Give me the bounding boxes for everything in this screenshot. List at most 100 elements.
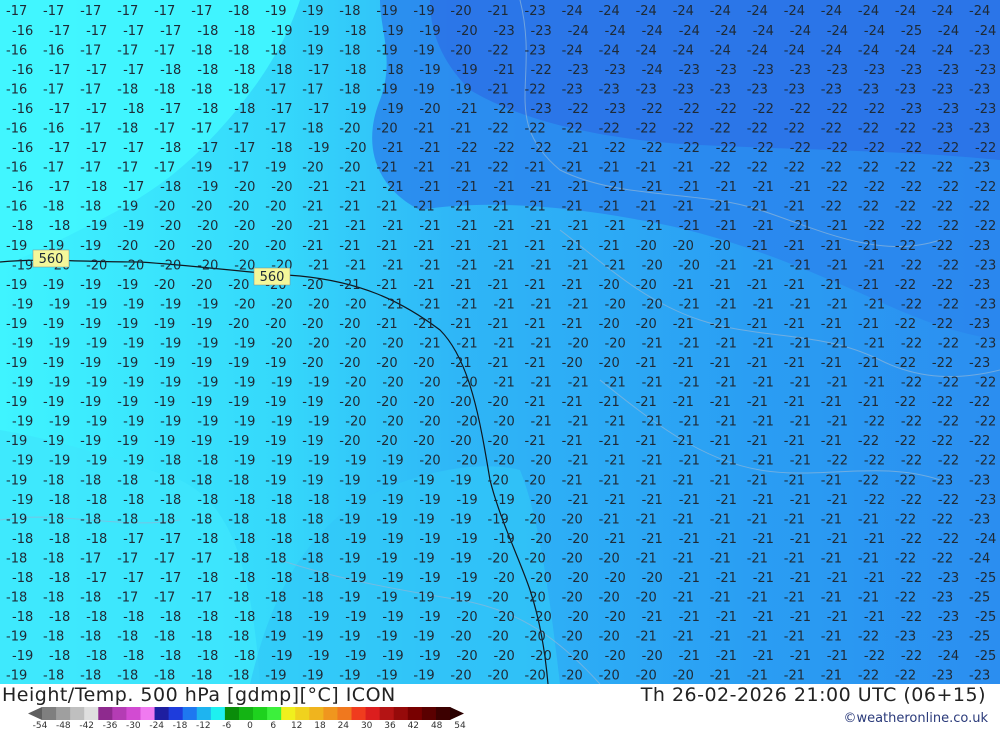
temperature-value: -18 bbox=[234, 610, 255, 625]
temperature-value: -20 bbox=[494, 415, 515, 430]
temperature-value: -19 bbox=[160, 376, 181, 391]
temperature-value: -21 bbox=[784, 669, 805, 684]
site-credit[interactable]: ©weatheronline.co.uk bbox=[843, 711, 988, 726]
temperature-value: -18 bbox=[271, 63, 292, 78]
temperature-value: -21 bbox=[456, 102, 477, 117]
temperature-value: -21 bbox=[753, 454, 774, 469]
temperature-value: -23 bbox=[932, 122, 953, 137]
temperature-value: -19 bbox=[265, 434, 286, 449]
temperature-value: -21 bbox=[784, 591, 805, 606]
temperature-value: -20 bbox=[308, 337, 329, 352]
legend-tick-label: 30 bbox=[360, 721, 373, 731]
temperature-value: -21 bbox=[456, 297, 477, 312]
temperature-value: -22 bbox=[895, 434, 916, 449]
temperature-value: -22 bbox=[932, 239, 953, 254]
temperature-value: -21 bbox=[858, 395, 879, 410]
temperature-value: -18 bbox=[197, 63, 218, 78]
temperature-value: -21 bbox=[525, 239, 546, 254]
temperature-value: -19 bbox=[265, 4, 286, 19]
temperature-value: -21 bbox=[376, 278, 397, 293]
temperature-value: -18 bbox=[154, 82, 175, 97]
legend-swatch bbox=[421, 707, 437, 720]
temperature-value: -19 bbox=[123, 337, 144, 352]
temperature-value: -19 bbox=[450, 551, 471, 566]
temperature-value: -19 bbox=[49, 297, 70, 312]
temperature-value: -22 bbox=[969, 434, 990, 449]
temperature-value: -20 bbox=[605, 649, 626, 664]
temperature-value: -21 bbox=[456, 258, 477, 273]
temperature-value: -22 bbox=[975, 141, 996, 156]
temperature-value: -17 bbox=[191, 591, 212, 606]
temperature-value: -18 bbox=[154, 473, 175, 488]
temperature-value: -20 bbox=[339, 161, 360, 176]
temperature-value: -20 bbox=[562, 512, 583, 527]
temperature-value: -18 bbox=[6, 551, 27, 566]
temperature-value: -21 bbox=[673, 200, 694, 215]
temperature-value: -22 bbox=[827, 141, 848, 156]
temperature-value: -22 bbox=[895, 161, 916, 176]
temperature-value: -22 bbox=[716, 102, 737, 117]
temperature-value: -21 bbox=[636, 200, 657, 215]
temperature-value: -23 bbox=[932, 630, 953, 645]
temperature-value: -19 bbox=[160, 297, 181, 312]
temperature-value: -17 bbox=[228, 161, 249, 176]
temperature-value: -18 bbox=[80, 630, 101, 645]
temperature-value: -19 bbox=[154, 434, 175, 449]
temperature-value: -20 bbox=[531, 493, 552, 508]
temperature-value: -21 bbox=[858, 278, 879, 293]
temperature-value: -21 bbox=[784, 356, 805, 371]
temperature-value: -21 bbox=[747, 551, 768, 566]
temperature-value: -20 bbox=[302, 278, 323, 293]
temperature-value: -18 bbox=[234, 649, 255, 664]
temperature-value: -21 bbox=[679, 493, 700, 508]
temperature-value: -21 bbox=[790, 219, 811, 234]
temperature-value: -21 bbox=[562, 317, 583, 332]
temperature-value: -19 bbox=[382, 571, 403, 586]
temperature-value: -21 bbox=[488, 317, 509, 332]
temperature-value: -19 bbox=[43, 434, 64, 449]
legend-tick-label: 54 bbox=[454, 721, 466, 731]
temperature-value: -21 bbox=[605, 415, 626, 430]
legend-tick-label: -42 bbox=[79, 721, 95, 731]
temperature-value: -24 bbox=[827, 24, 848, 39]
temperature-value: -22 bbox=[605, 141, 626, 156]
temperature-value: -21 bbox=[827, 297, 848, 312]
temperature-value: -21 bbox=[382, 141, 403, 156]
temperature-value: -21 bbox=[710, 395, 731, 410]
temperature-value: -21 bbox=[562, 395, 583, 410]
temperature-value: -21 bbox=[413, 317, 434, 332]
temperature-value: -19 bbox=[376, 4, 397, 19]
temperature-value: -23 bbox=[975, 258, 996, 273]
temperature-value: -19 bbox=[265, 161, 286, 176]
temperature-value: -22 bbox=[488, 122, 509, 137]
temperature-value: -21 bbox=[716, 493, 737, 508]
temperature-value: -20 bbox=[160, 258, 181, 273]
temperature-value: -22 bbox=[975, 415, 996, 430]
temperature-value: -20 bbox=[642, 571, 663, 586]
temperature-value: -18 bbox=[160, 610, 181, 625]
temperature-value: -19 bbox=[345, 610, 366, 625]
temperature-value: -19 bbox=[456, 493, 477, 508]
temperature-value: -21 bbox=[858, 356, 879, 371]
temperature-value: -18 bbox=[228, 43, 249, 58]
temperature-value: -20 bbox=[234, 219, 255, 234]
temperature-value: -20 bbox=[413, 356, 434, 371]
temperature-value: -21 bbox=[531, 337, 552, 352]
temperature-value: -20 bbox=[234, 258, 255, 273]
temperature-value: -20 bbox=[494, 610, 515, 625]
temperature-value: -20 bbox=[488, 591, 509, 606]
temperature-value: -21 bbox=[747, 434, 768, 449]
temperature-value: -18 bbox=[197, 454, 218, 469]
temperature-value: -19 bbox=[450, 512, 471, 527]
temperature-value: -24 bbox=[605, 24, 626, 39]
temperature-value: -20 bbox=[599, 317, 620, 332]
temperature-value: -18 bbox=[271, 571, 292, 586]
temperature-value: -19 bbox=[6, 356, 27, 371]
temperature-value: -19 bbox=[419, 493, 440, 508]
temperature-value: -21 bbox=[568, 180, 589, 195]
temperature-value: -19 bbox=[413, 4, 434, 19]
temperature-value: -22 bbox=[858, 669, 879, 684]
temperature-value: -21 bbox=[747, 473, 768, 488]
temperature-value: -21 bbox=[599, 200, 620, 215]
temperature-value: -22 bbox=[827, 454, 848, 469]
